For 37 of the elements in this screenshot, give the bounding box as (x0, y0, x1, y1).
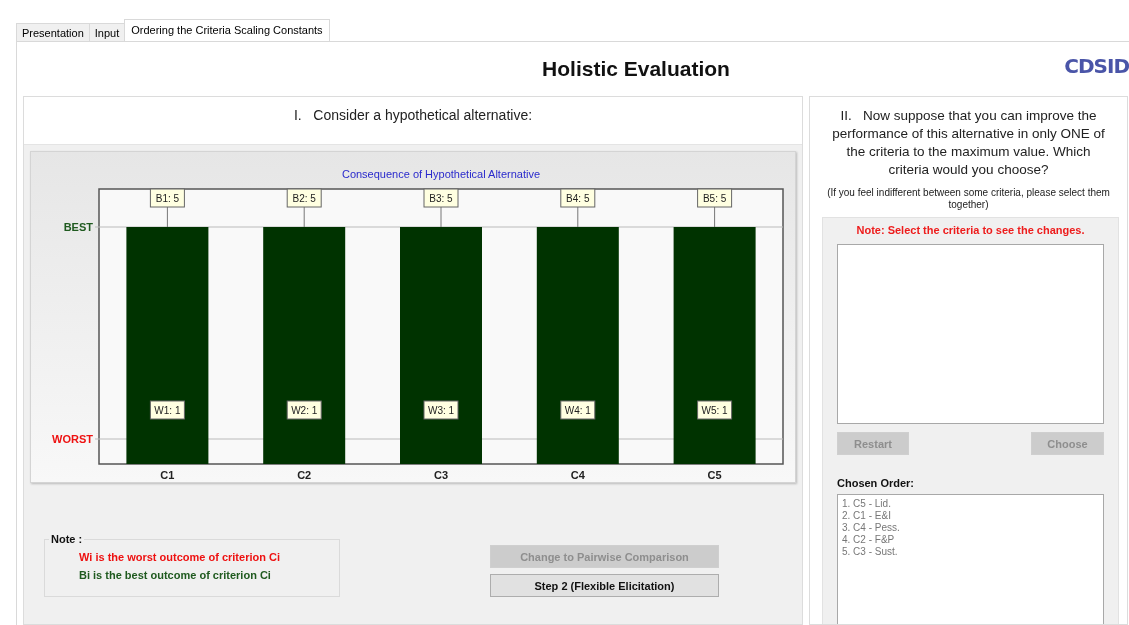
order-item: 3. C4 - Pess. (842, 522, 901, 534)
value-callout: W5: 1 (697, 400, 733, 420)
page-title: Holistic Evaluation (541, 57, 730, 81)
instruction-note: Note: Select the criteria to see the changes. (855, 224, 1086, 236)
logo: CDSID (1064, 54, 1129, 78)
note-text: Wi is the worst outcome of criterion Ci (79, 551, 281, 563)
action-button[interactable]: Step 2 (Flexible Elicitation) (490, 574, 719, 597)
x-tick-label: C4 (570, 469, 585, 481)
criteria-list[interactable] (837, 244, 1104, 424)
value-callout: W1: 1 (149, 400, 185, 420)
order-item: 4. C2 - F&P (842, 534, 896, 546)
hint-text: (If you feel indifferent between some criteria, please select them together) (826, 186, 1111, 212)
value-callout: B4: 5 (560, 188, 596, 228)
value-callout: B1: 5 (149, 188, 185, 228)
note-text: Bi is the best outcome of criterion Ci (79, 569, 272, 581)
axis-label: WORST (52, 433, 93, 445)
value-callout: W3: 1 (423, 400, 459, 420)
tab[interactable]: Ordering the Criteria Scaling Constants (124, 19, 330, 41)
x-tick-label: C5 (707, 469, 722, 481)
order-item: 5. C3 - Sust. (842, 546, 899, 558)
value-callout: W4: 1 (560, 400, 596, 420)
section-heading: I. Consider a hypothetical alternative: (293, 107, 533, 123)
axis-label: BEST (63, 221, 93, 233)
tab[interactable]: Presentation (16, 23, 90, 41)
question-text: II. Now suppose that you can improve the performance of this alternative in only ONE of the criteria to the maximum value. Which criteria would you choose? (831, 107, 1106, 179)
order-item: 2. C1 - E&I (842, 510, 892, 522)
order-item: 1. C5 - Lid. (842, 498, 892, 510)
note-label: Note : (50, 533, 84, 545)
value-callout: B2: 5 (286, 188, 322, 228)
value-callout: B5: 5 (697, 188, 733, 228)
x-tick-label: C3 (433, 469, 449, 481)
value-callout: W2: 1 (286, 400, 322, 420)
chosen-order-label: Chosen Order: (837, 477, 915, 489)
chart-title: Consequence of Hypothetical Alternative (341, 168, 541, 180)
value-callout: B3: 5 (423, 188, 459, 228)
x-tick-label: C1 (160, 469, 175, 481)
x-tick-label: C2 (297, 469, 312, 481)
